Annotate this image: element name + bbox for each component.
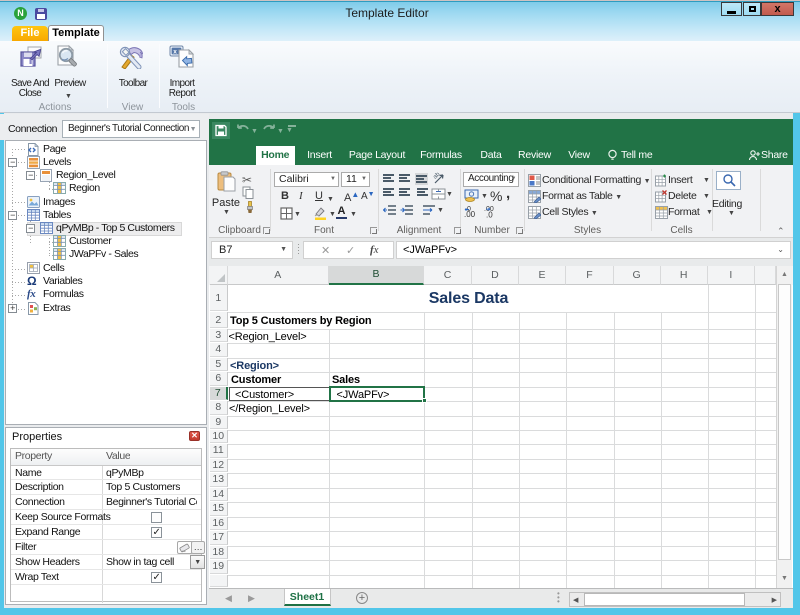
svg-text:x: x [173, 49, 177, 56]
svg-text:.0: .0 [486, 211, 493, 219]
svg-text:ab: ab [433, 171, 442, 180]
